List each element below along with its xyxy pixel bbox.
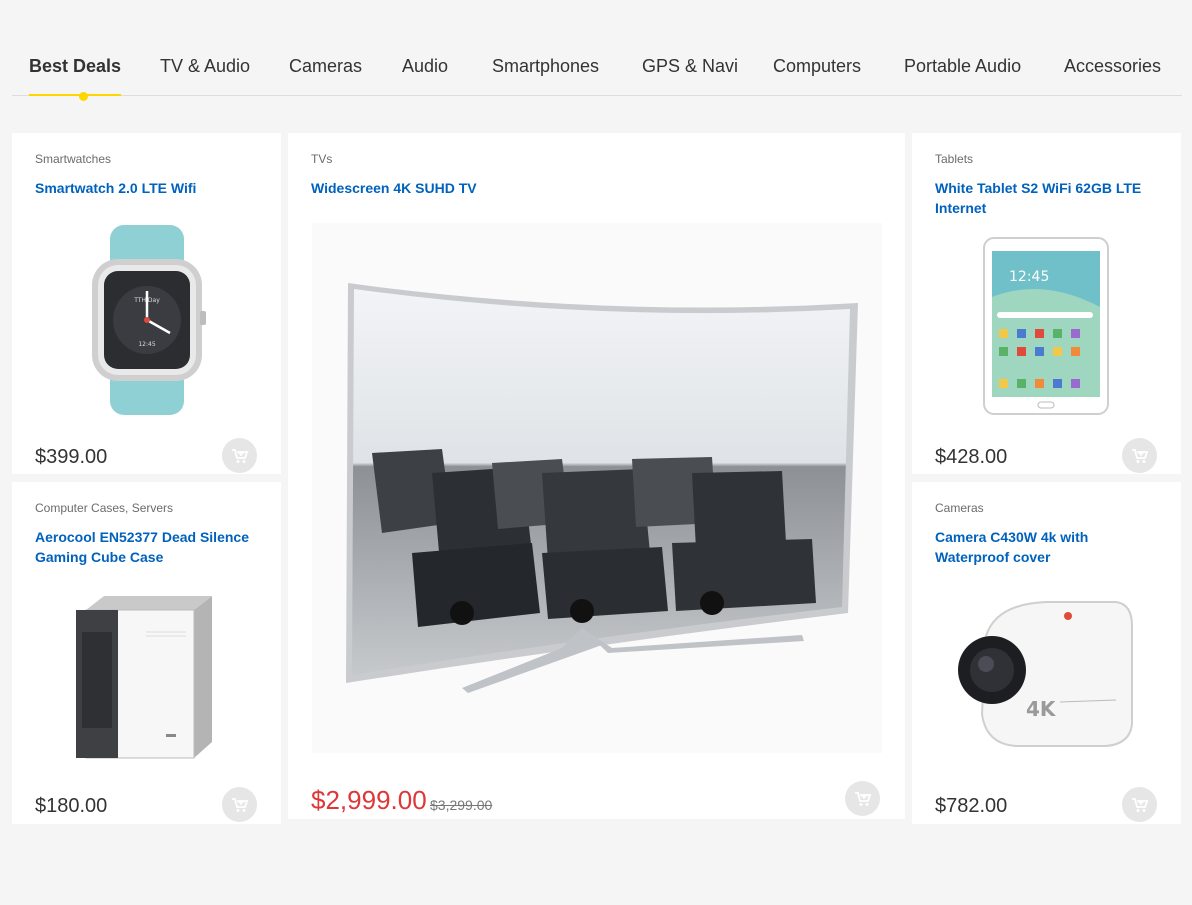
tab-tv-audio[interactable]: TV & Audio xyxy=(160,56,250,77)
product-title[interactable]: Aerocool EN52377 Dead Silence Gaming Cub… xyxy=(35,527,255,567)
svg-text:TTH Day: TTH Day xyxy=(133,297,160,304)
add-to-cart-icon xyxy=(854,791,871,806)
product-category[interactable]: Cameras xyxy=(935,501,984,515)
product-title[interactable]: Widescreen 4K SUHD TV xyxy=(311,178,711,198)
product-card-tv: TVs Widescreen 4K SUHD TV $2,999.00 $3,2… xyxy=(288,133,905,819)
tab-computers[interactable]: Computers xyxy=(773,56,861,77)
svg-text:12:45: 12:45 xyxy=(1009,269,1049,285)
add-to-cart-button[interactable] xyxy=(222,787,257,822)
product-title[interactable]: Smartwatch 2.0 LTE Wifi xyxy=(35,178,260,198)
product-category[interactable]: TVs xyxy=(311,152,332,166)
add-to-cart-icon xyxy=(1131,797,1148,812)
add-to-cart-icon xyxy=(231,448,248,463)
add-to-cart-icon xyxy=(1131,448,1148,463)
tab-gps-navi[interactable]: GPS & Navi xyxy=(642,56,738,77)
tv-image[interactable] xyxy=(312,223,882,753)
tab-smartphones[interactable]: Smartphones xyxy=(492,56,599,77)
tab-best-deals[interactable]: Best Deals xyxy=(29,56,122,96)
tablet-image[interactable]: 12:45 xyxy=(983,237,1109,415)
category-tabs: Best Deals TV & Audio Cameras Audio Smar… xyxy=(12,40,1182,101)
product-price: $782.00 xyxy=(935,795,1008,817)
product-title[interactable]: Camera C430W 4k with Waterproof cover xyxy=(935,527,1155,567)
product-card-case: Computer Cases, Servers Aerocool EN52377… xyxy=(12,482,281,824)
smartwatch-image[interactable]: TTH Day 12:45 xyxy=(82,225,212,415)
add-to-cart-button[interactable] xyxy=(845,781,880,816)
svg-text:4K: 4K xyxy=(1026,697,1057,721)
tab-accessories[interactable]: Accessories xyxy=(1064,56,1161,77)
add-to-cart-button[interactable] xyxy=(222,438,257,473)
tab-cameras[interactable]: Cameras xyxy=(289,56,362,77)
add-to-cart-icon xyxy=(231,797,248,812)
product-card-camera: Cameras Camera C430W 4k with Waterproof … xyxy=(912,482,1181,824)
product-title[interactable]: White Tablet S2 WiFi 62GB LTE Internet xyxy=(935,178,1165,218)
product-old-price: $3,299.00 xyxy=(430,797,493,813)
product-card-smartwatch: Smartwatches Smartwatch 2.0 LTE Wifi TTH… xyxy=(12,133,281,474)
product-price: $399.00 xyxy=(35,446,108,468)
add-to-cart-button[interactable] xyxy=(1122,438,1157,473)
camera-image[interactable]: 4K xyxy=(956,596,1136,750)
active-tab-indicator xyxy=(79,92,88,101)
svg-text:12:45: 12:45 xyxy=(138,341,155,348)
product-category[interactable]: Smartwatches xyxy=(35,152,111,166)
product-category[interactable]: Tablets xyxy=(935,152,973,166)
product-sale-price: $2,999.00 xyxy=(311,785,427,815)
tab-audio[interactable]: Audio xyxy=(402,56,448,77)
product-card-tablet: Tablets White Tablet S2 WiFi 62GB LTE In… xyxy=(912,133,1181,474)
product-price: $180.00 xyxy=(35,795,108,817)
case-image[interactable] xyxy=(74,592,216,762)
tab-portable-audio[interactable]: Portable Audio xyxy=(904,56,1021,77)
add-to-cart-button[interactable] xyxy=(1122,787,1157,822)
product-category[interactable]: Computer Cases, Servers xyxy=(35,501,173,515)
product-price: $428.00 xyxy=(935,446,1008,468)
